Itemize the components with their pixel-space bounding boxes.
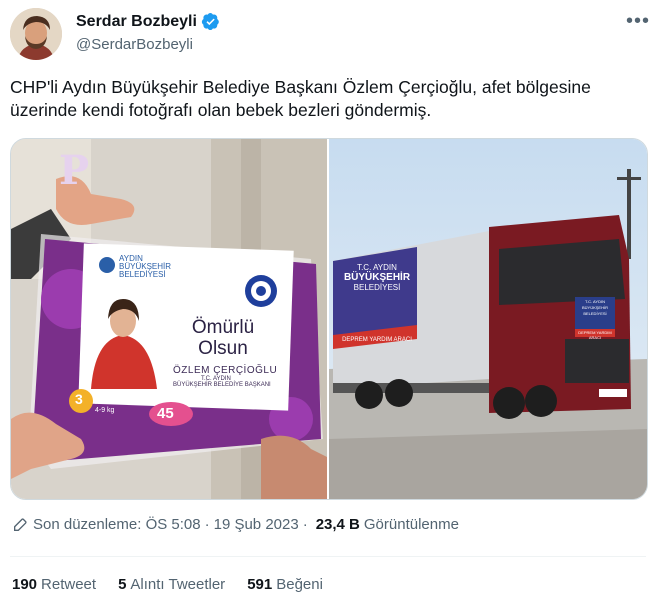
meta-separator-1: · (204, 516, 210, 533)
trailer-banner-line-2: BÜYÜKŞEHİR (343, 272, 411, 283)
avatar[interactable] (10, 8, 62, 60)
quotes-stat[interactable]: 5 Alıntı Tweetler (118, 576, 225, 593)
retweets-label: Retweet (41, 576, 97, 593)
tweet-header: Serdar Bozbeyli @SerdarBozbeyli ••• (10, 8, 650, 64)
author-name[interactable]: Serdar Bozbeyli (76, 13, 197, 31)
retweets-stat[interactable]: 190 Retweet (12, 576, 96, 593)
retweets-count: 190 (12, 576, 38, 593)
size-number: 3 (75, 391, 83, 407)
diaper-count: 45 (157, 405, 174, 422)
headline-line-2: Olsun (198, 338, 248, 359)
tweet-text: CHP'li Aydın Büyükşehir Belediye Başkanı… (10, 77, 591, 120)
edited-label[interactable]: Son düzenleme: ÖS 5:08 (33, 516, 201, 533)
photo-aid-truck[interactable]: T.C. AYDIN BÜYÜKŞEHİR BELEDİYESİ DEPREM … (329, 139, 647, 499)
likes-count: 591 (247, 576, 273, 593)
quotes-label: Alıntı Tweetler (130, 576, 226, 593)
photo-diaper-package[interactable]: AYDIN BÜYÜKŞEHİR BELEDİYESİ P Ömürlü Ols… (11, 139, 327, 499)
tweet-date[interactable]: 19 Şub 2023 (214, 516, 299, 533)
brand-small-text: AYDIN BÜYÜKŞEHİR BELEDİYESİ (119, 254, 172, 279)
trailer-banner-line-3: BELEDİYESİ (353, 283, 401, 292)
headline-line-1: Ömürlü (191, 317, 255, 338)
person-name: ÖZLEM ÇERÇİOĞLU (173, 365, 278, 376)
tweet-media[interactable]: AYDIN BÜYÜKŞEHİR BELEDİYESİ P Ömürlü Ols… (10, 138, 648, 500)
cab-banner-bottom: DEPREM YARDIM ARACI (578, 330, 612, 340)
likes-stat[interactable]: 591 Beğeni (247, 576, 323, 593)
person-title-2: BÜYÜKŞEHİR BELEDİYE BAŞKANI (173, 382, 271, 388)
edit-pencil-icon (14, 517, 27, 531)
likes-label: Beğeni (276, 576, 323, 593)
size-label: midi (95, 397, 110, 406)
tweet-stats: 190 Retweet 5 Alıntı Tweetler 591 Beğeni (12, 576, 345, 593)
cab-banner-line-3: BELEDİYESİ (583, 311, 607, 316)
divider (10, 556, 646, 557)
views-count: 23,4 B (315, 516, 360, 533)
quotes-count: 5 (118, 576, 127, 593)
more-options-icon[interactable]: ••• (626, 10, 650, 33)
verified-badge-icon (201, 13, 219, 31)
tweet-meta: Son düzenleme: ÖS 5:08 · 19 Şub 2023 · 2… (12, 516, 459, 533)
author-handle[interactable]: @SerdarBozbeyli (76, 36, 193, 53)
views-label: Görüntülenme (363, 516, 459, 533)
meta-separator-2: · (302, 516, 308, 533)
brand-letter: P (59, 147, 90, 194)
trailer-banner-bottom: DEPREM YARDIM ARACI (342, 337, 412, 343)
size-weight: 4-9 kg (95, 407, 115, 414)
